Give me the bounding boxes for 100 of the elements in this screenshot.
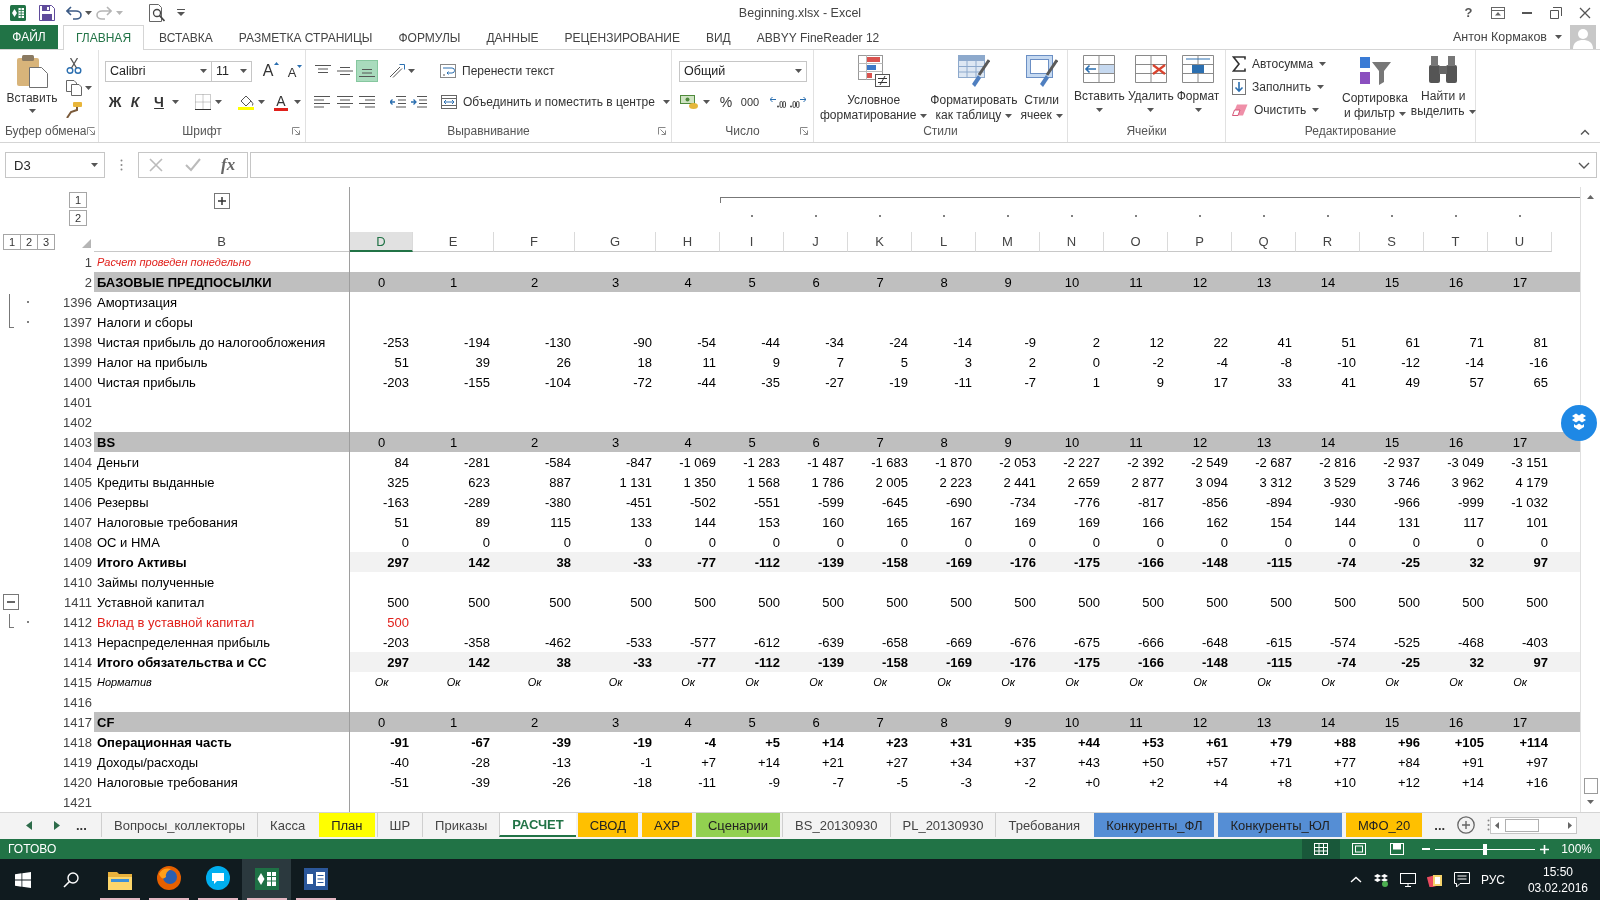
scroll-down-icon[interactable] bbox=[1587, 800, 1594, 804]
caret-icon[interactable] bbox=[85, 86, 92, 90]
accounting-format-icon[interactable] bbox=[680, 95, 698, 109]
cards-icon[interactable] bbox=[1426, 872, 1443, 887]
row-number[interactable]: 1405 bbox=[63, 474, 94, 490]
chevron-up-icon[interactable] bbox=[1349, 876, 1362, 883]
caret-icon[interactable] bbox=[1399, 111, 1406, 116]
caret-icon[interactable] bbox=[28, 109, 36, 113]
scroll-up-icon[interactable] bbox=[1587, 195, 1594, 199]
previous-sheet-icon[interactable] bbox=[26, 820, 32, 830]
dialog-launcher-icon[interactable] bbox=[86, 127, 95, 135]
caret-icon[interactable] bbox=[294, 100, 301, 104]
sheet-tab[interactable]: Вопросы_коллекторы bbox=[101, 813, 258, 837]
ribbon-tab[interactable]: ДАННЫЕ bbox=[475, 25, 550, 49]
row-number[interactable]: 1409 bbox=[63, 554, 94, 570]
expand-formula-icon[interactable] bbox=[1578, 161, 1590, 169]
scroll-left-icon[interactable] bbox=[1495, 822, 1500, 829]
column-header[interactable]: P bbox=[1168, 232, 1232, 252]
caret-icon[interactable] bbox=[240, 69, 247, 73]
help-button[interactable]: ? bbox=[1454, 0, 1483, 25]
row-number[interactable]: 1416 bbox=[63, 694, 94, 710]
expand-icon[interactable] bbox=[214, 193, 230, 209]
monitor-icon[interactable] bbox=[1399, 872, 1416, 887]
caret-icon[interactable] bbox=[1312, 108, 1320, 112]
column-header[interactable]: T bbox=[1424, 232, 1488, 252]
row-number[interactable]: 1401 bbox=[63, 394, 94, 410]
row-number[interactable]: 1414 bbox=[63, 654, 94, 670]
delete-cells-button[interactable]: Удалить bbox=[1127, 50, 1174, 112]
bold-button[interactable]: Ж bbox=[105, 91, 125, 113]
caret-icon[interactable] bbox=[408, 69, 415, 73]
row-number[interactable]: 1421 bbox=[63, 794, 94, 810]
row-number[interactable]: 1 bbox=[84, 254, 94, 270]
row-number[interactable]: 1398 bbox=[63, 334, 94, 350]
outline-level-button[interactable]: 3 bbox=[37, 234, 55, 250]
sheet-tab[interactable]: BS_20130930 bbox=[782, 813, 890, 837]
file-tab[interactable]: ФАЙЛ bbox=[0, 25, 58, 49]
paste-button[interactable]: Вставить bbox=[4, 54, 60, 123]
add-sheet-icon[interactable] bbox=[1457, 816, 1476, 834]
column-header[interactable]: U bbox=[1488, 232, 1552, 252]
format-as-table-button[interactable]: Форматировать как таблицу bbox=[930, 50, 1018, 123]
row-number[interactable]: 1420 bbox=[63, 774, 94, 790]
caret-icon[interactable] bbox=[258, 100, 265, 104]
caret-icon[interactable] bbox=[1005, 113, 1013, 118]
row-number[interactable]: 1399 bbox=[63, 354, 94, 370]
caret-icon[interactable] bbox=[1147, 108, 1155, 112]
column-header[interactable]: E bbox=[413, 232, 494, 252]
save-icon[interactable] bbox=[39, 4, 55, 21]
row-number[interactable]: 1419 bbox=[63, 754, 94, 770]
fill-bucket-icon[interactable] bbox=[238, 94, 254, 110]
caret-icon[interactable] bbox=[1319, 62, 1327, 66]
row-number[interactable]: 1418 bbox=[63, 734, 94, 750]
row-number[interactable]: 1403 bbox=[63, 434, 94, 450]
column-header[interactable]: H bbox=[656, 232, 720, 252]
ribbon-tab[interactable]: ФОРМУЛЫ bbox=[387, 25, 472, 49]
taskbar-app-button[interactable] bbox=[242, 859, 291, 900]
align-center-icon[interactable] bbox=[337, 96, 353, 108]
caret-icon[interactable] bbox=[1316, 85, 1324, 89]
font-name-combo[interactable]: Calibri bbox=[105, 60, 212, 82]
column-header[interactable]: D bbox=[350, 232, 413, 252]
sheet-tab[interactable]: Требования bbox=[995, 813, 1093, 837]
clear-button[interactable]: Очистить bbox=[1232, 99, 1336, 121]
sheet-tab[interactable]: Конкуренты_ФЛ bbox=[1094, 813, 1215, 837]
caret-icon[interactable] bbox=[662, 100, 670, 104]
caret-icon[interactable] bbox=[795, 69, 802, 73]
clock-time[interactable]: 15:50 bbox=[1542, 863, 1573, 880]
outline-level-button[interactable]: 2 bbox=[20, 234, 38, 250]
ribbon-tab[interactable]: ГЛАВНАЯ bbox=[63, 25, 145, 50]
caret-icon[interactable] bbox=[85, 10, 92, 15]
wrap-text-button[interactable]: Перенести текст bbox=[440, 60, 555, 82]
text-orientation-icon[interactable] bbox=[389, 64, 405, 78]
print-preview-icon[interactable] bbox=[149, 3, 165, 22]
row-number[interactable]: 1417 bbox=[63, 714, 94, 730]
horizontal-scrollbar[interactable] bbox=[1490, 817, 1577, 834]
normal-view-button[interactable] bbox=[1302, 839, 1341, 859]
vertical-align-button[interactable] bbox=[356, 60, 378, 82]
autosum-button[interactable]: Автосумма bbox=[1232, 53, 1336, 75]
align-left-icon[interactable] bbox=[314, 96, 330, 108]
row-number[interactable]: 1410 bbox=[63, 574, 94, 590]
row-number[interactable]: 1397 bbox=[63, 314, 94, 330]
minimize-icon[interactable] bbox=[1521, 11, 1532, 14]
italic-button[interactable]: К bbox=[125, 91, 145, 113]
column-header[interactable]: S bbox=[1360, 232, 1424, 252]
number-format-combo[interactable]: Общий bbox=[679, 60, 807, 82]
row-number[interactable]: 1412 bbox=[63, 614, 94, 630]
name-box[interactable]: D3 bbox=[5, 152, 105, 178]
start-icon[interactable] bbox=[15, 871, 31, 888]
restore-icon[interactable] bbox=[1549, 6, 1562, 19]
column-header[interactable]: M bbox=[976, 232, 1040, 252]
sheet-tab[interactable]: Конкуренты_ЮЛ bbox=[1218, 813, 1342, 837]
caret-icon[interactable] bbox=[920, 113, 928, 118]
column-header[interactable]: G bbox=[575, 232, 656, 252]
box-badge-icon[interactable] bbox=[1561, 405, 1597, 441]
column-header[interactable]: B bbox=[94, 232, 350, 252]
caret-icon[interactable] bbox=[1555, 35, 1562, 39]
ribbon-display-icon[interactable] bbox=[1490, 6, 1505, 19]
search-icon[interactable] bbox=[62, 871, 79, 888]
caret-icon[interactable] bbox=[1194, 108, 1202, 112]
sheet-tab[interactable]: МФО_20 bbox=[1345, 813, 1423, 837]
scroll-right-icon[interactable] bbox=[1568, 822, 1572, 829]
row-number[interactable]: 1396 bbox=[63, 294, 94, 310]
